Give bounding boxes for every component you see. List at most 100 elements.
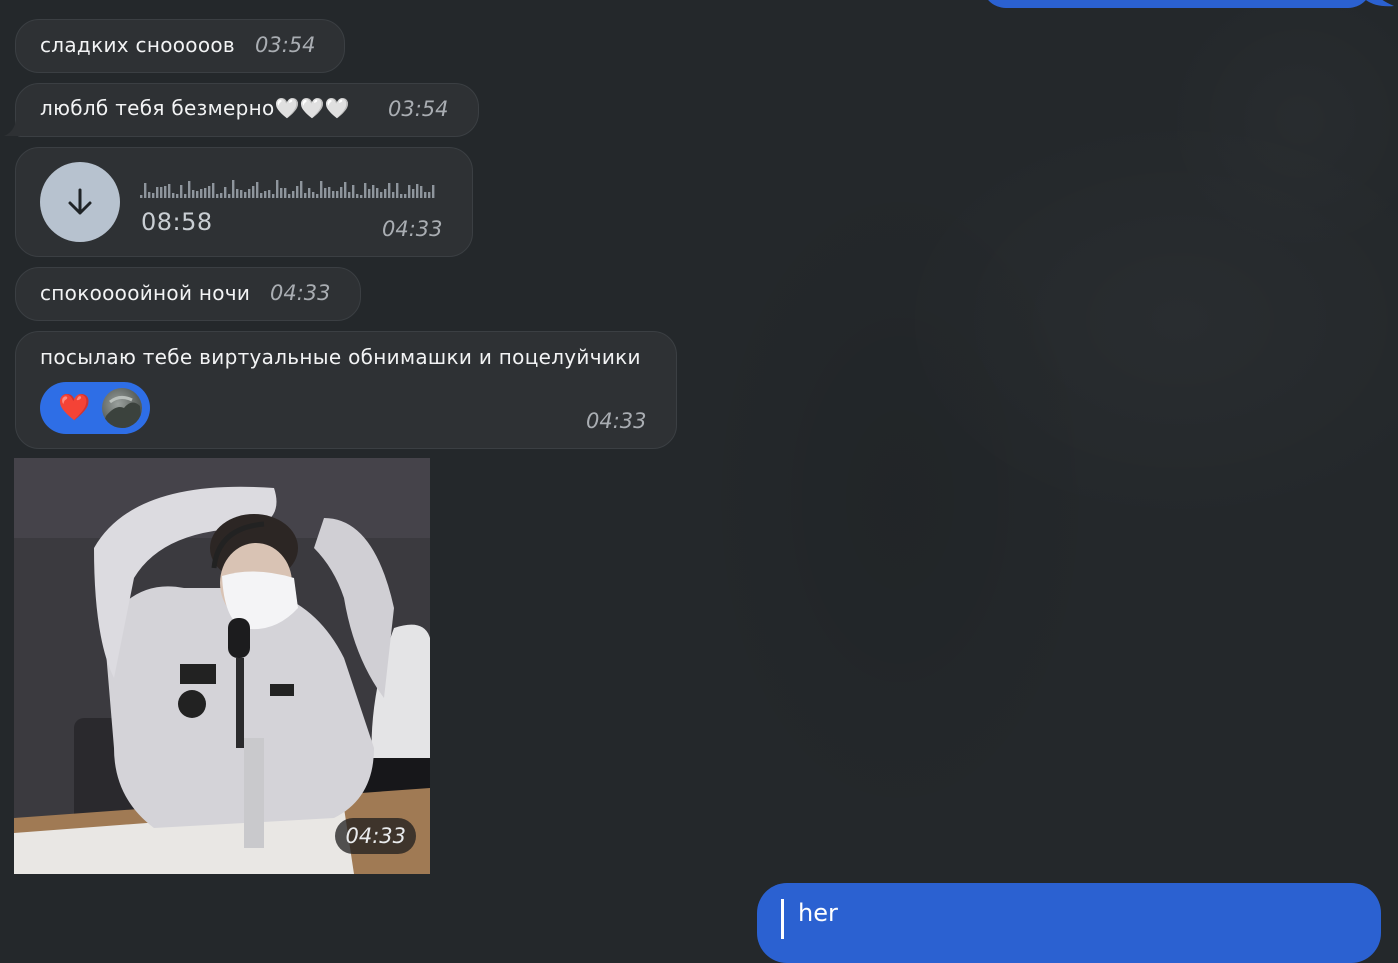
waveform-bar — [292, 191, 295, 198]
waveform-bar — [168, 184, 171, 198]
waveform-bar — [228, 194, 231, 198]
waveform-bar — [380, 192, 383, 198]
message-text: люблб тебя безмерно🤍🤍🤍 — [40, 96, 351, 120]
avatar-image — [102, 395, 142, 428]
text-caret — [781, 899, 784, 939]
waveform-bar — [304, 193, 307, 198]
voice-message-bubble[interactable]: 08:58 04:33 — [15, 147, 473, 257]
waveform-bar — [400, 194, 403, 198]
waveform-bar — [332, 191, 335, 198]
bubble-tail — [4, 120, 20, 136]
waveform-bar — [276, 180, 279, 198]
waveform-bar — [140, 195, 143, 198]
waveform-bar — [428, 192, 431, 198]
waveform-bar — [264, 191, 267, 198]
waveform-bar — [300, 181, 303, 198]
waveform-bar — [208, 186, 211, 198]
waveform-bar — [424, 192, 427, 198]
waveform-bar — [316, 194, 319, 198]
waveform-bar — [216, 194, 219, 198]
waveform-bar — [352, 185, 355, 198]
waveform-bar — [336, 191, 339, 198]
message-text: сладких снооооов — [40, 33, 235, 57]
waveform-bar — [408, 185, 411, 198]
waveform-bar — [244, 192, 247, 198]
waveform-bar — [248, 189, 251, 198]
waveform-bar — [364, 183, 367, 198]
waveform-bar — [256, 182, 259, 198]
message-time: 04:33 — [586, 409, 647, 433]
waveform-bar — [368, 189, 371, 198]
message-time: 04:33 — [345, 824, 406, 848]
waveform-bar — [236, 189, 239, 198]
waveform-bar — [432, 185, 435, 198]
message-text: посылаю тебе виртуальные обнимашки и поц… — [40, 345, 641, 369]
message-time: 04:33 — [270, 281, 331, 305]
waveform-bar — [272, 194, 275, 198]
reaction-badge[interactable]: ❤️ — [40, 382, 150, 434]
photo-message[interactable]: 04:33 — [14, 458, 430, 874]
waveform-bar — [344, 182, 347, 198]
waveform-bar — [404, 194, 407, 198]
avatar — [102, 388, 142, 428]
photo-time-badge: 04:33 — [335, 818, 416, 854]
waveform-bar — [328, 187, 331, 198]
message-input-value: her — [798, 899, 838, 927]
voice-waveform[interactable] — [140, 174, 440, 198]
waveform-bar — [308, 188, 311, 198]
waveform-bar — [412, 189, 415, 198]
waveform-bar — [160, 187, 163, 198]
waveform-bar — [372, 185, 375, 198]
waveform-bar — [312, 192, 315, 198]
waveform-bar — [384, 189, 387, 198]
waveform-bar — [296, 186, 299, 198]
waveform-bar — [396, 183, 399, 198]
waveform-bar — [172, 193, 175, 198]
message-bubble[interactable]: посылаю тебе виртуальные обнимашки и поц… — [15, 331, 677, 449]
waveform-bar — [288, 194, 291, 198]
bubble-tail — [1365, 0, 1394, 7]
message-bubble[interactable]: люблб тебя безмерно🤍🤍🤍 03:54 — [15, 83, 479, 137]
waveform-bar — [204, 188, 207, 198]
waveform-bar — [224, 187, 227, 198]
waveform-bar — [232, 180, 235, 198]
waveform-bar — [164, 186, 167, 198]
waveform-bar — [420, 186, 423, 198]
waveform-bar — [324, 188, 327, 198]
message-time: 04:33 — [382, 217, 443, 241]
waveform-bar — [212, 183, 215, 198]
waveform-bar — [200, 189, 203, 198]
arrow-down-icon — [68, 188, 92, 215]
message-time: 03:54 — [255, 33, 316, 57]
waveform-bar — [340, 187, 343, 198]
waveform-bar — [376, 188, 379, 198]
waveform-bar — [268, 190, 271, 198]
waveform-bar — [356, 194, 359, 198]
waveform-bar — [192, 190, 195, 198]
waveform-bar — [252, 186, 255, 198]
waveform-bar — [188, 181, 191, 198]
waveform-bar — [156, 187, 159, 198]
waveform-bar — [260, 193, 263, 198]
photo-image — [14, 458, 430, 874]
outgoing-message-bubble[interactable] — [982, 0, 1372, 8]
message-input[interactable]: her — [757, 883, 1381, 963]
heart-icon: ❤️ — [58, 393, 91, 423]
waveform-bar — [348, 192, 351, 198]
waveform-bar — [280, 188, 283, 198]
waveform-bar — [144, 183, 147, 198]
waveform-bar — [416, 184, 419, 198]
message-time: 03:54 — [388, 97, 449, 121]
waveform-bar — [392, 192, 395, 198]
waveform-bar — [220, 193, 223, 198]
waveform-bar — [360, 195, 363, 198]
waveform-bar — [320, 181, 323, 198]
waveform-bar — [152, 193, 155, 198]
waveform-bar — [388, 183, 391, 198]
waveform-bar — [148, 192, 151, 198]
message-bubble[interactable]: сладких снооооов 03:54 — [15, 19, 345, 73]
message-bubble[interactable]: спокоооойной ночи 04:33 — [15, 267, 361, 321]
voice-download-button[interactable] — [40, 162, 120, 242]
waveform-bar — [196, 191, 199, 198]
waveform-bar — [240, 190, 243, 198]
